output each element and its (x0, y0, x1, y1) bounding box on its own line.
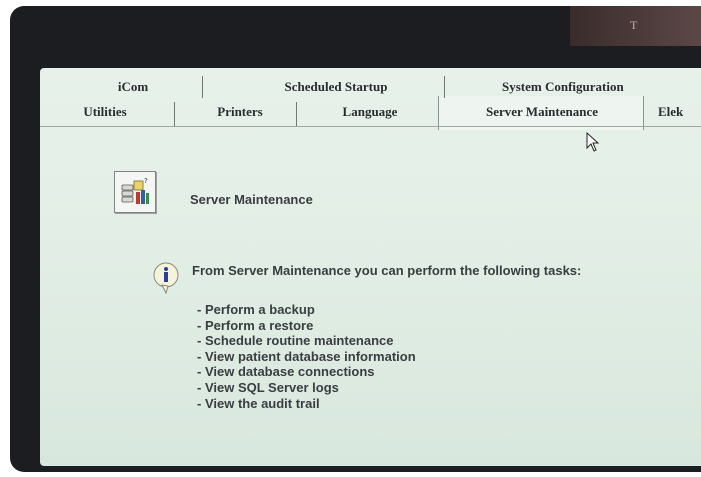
tab-divider (174, 102, 175, 126)
tab-utilities[interactable]: Utilities (46, 101, 164, 123)
tab-system-configuration[interactable]: System Configuration (470, 76, 701, 98)
list-item: View SQL Server logs (197, 380, 416, 396)
tab-divider (202, 76, 203, 98)
reflection-text: T (630, 18, 638, 32)
application-screen: iCom Scheduled Startup System Configurat… (40, 68, 701, 466)
server-database-icon[interactable]: ? (114, 171, 156, 213)
tab-divider (444, 76, 445, 98)
monitor-reflection: T (570, 6, 701, 46)
tab-divider (296, 102, 297, 126)
list-item: View patient database information (197, 349, 416, 365)
tab-scheduled-startup[interactable]: Scheduled Startup (236, 76, 436, 98)
tab-printers[interactable]: Printers (190, 101, 290, 123)
page-title: Server Maintenance (190, 192, 313, 207)
list-item: View database connections (197, 364, 416, 380)
task-list: Perform a backup Perform a restore Sched… (197, 302, 416, 411)
tab-icom[interactable]: iCom (78, 76, 188, 98)
list-item: View the audit trail (197, 396, 416, 412)
info-icon (153, 262, 179, 295)
list-item: Perform a backup (197, 302, 416, 318)
mouse-cursor-icon (586, 132, 600, 152)
list-item: Schedule routine maintenance (197, 333, 416, 349)
monitor-bezel: T iCom Scheduled Startup System Configur… (10, 6, 701, 472)
tab-language[interactable]: Language (310, 101, 430, 123)
svg-text:?: ? (144, 177, 148, 185)
info-intro-text: From Server Maintenance you can perform … (192, 263, 582, 278)
tab-server-maintenance[interactable]: Server Maintenance (452, 101, 632, 123)
tab-elek[interactable]: Elek (658, 101, 701, 123)
list-item: Perform a restore (197, 318, 416, 334)
tab-strip-baseline (40, 126, 701, 127)
